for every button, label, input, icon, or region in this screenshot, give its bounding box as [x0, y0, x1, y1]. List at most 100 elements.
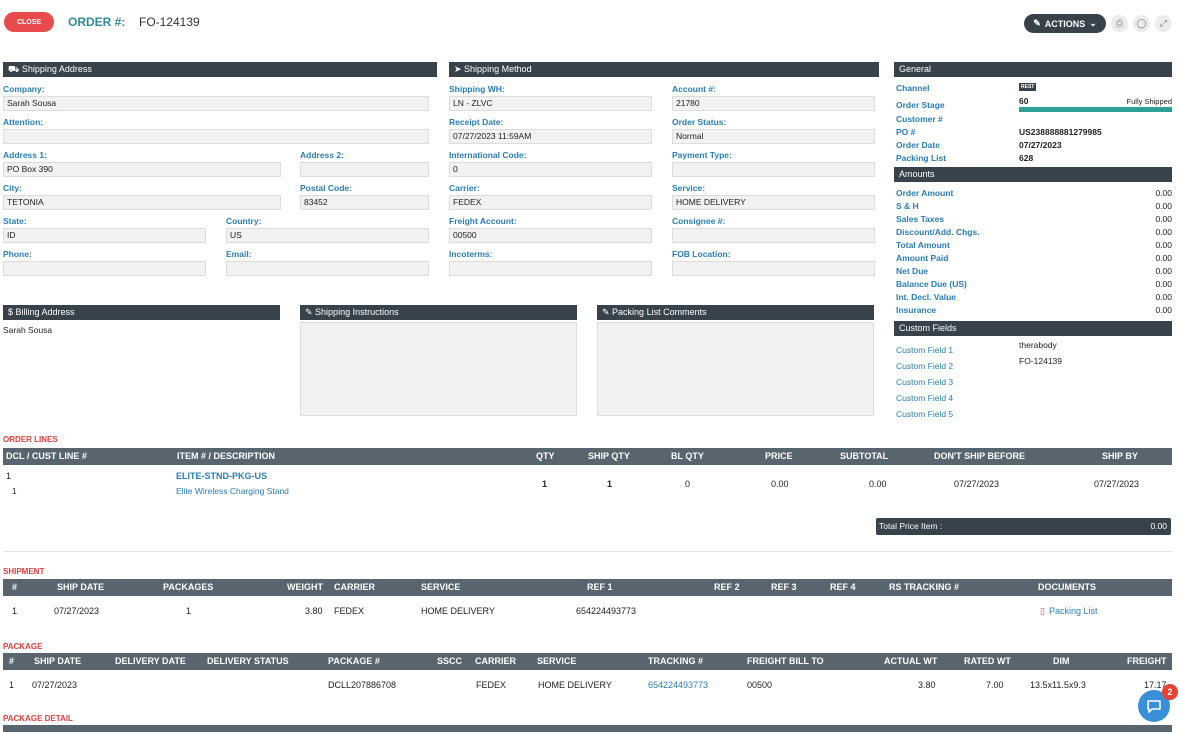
pdf-icon: ▯: [1040, 606, 1045, 616]
wh-field[interactable]: LN - ZLVC: [449, 96, 652, 111]
table-row: 1 07/27/2023 DCLL207886708 FEDEX HOME DE…: [3, 676, 1172, 694]
col-ship-qty: SHIP QTY: [588, 451, 630, 461]
carrier-field[interactable]: FEDEX: [449, 195, 652, 210]
consignee-label: Consignee #:: [672, 216, 726, 226]
order-date-label: Order Date: [896, 140, 940, 150]
col-qty: QTY: [536, 451, 555, 461]
address1-field[interactable]: PO Box 390: [3, 162, 281, 177]
pencil-icon: ✎: [602, 307, 613, 317]
total-price-bar: Total Price Item : 0.00: [876, 518, 1171, 535]
col-rated-wt: RATED WT: [964, 656, 1011, 666]
incoterms-field[interactable]: [449, 261, 652, 276]
amount-label: Balance Due (US): [896, 279, 967, 289]
amount-row: Sales Taxes 0.00: [896, 213, 1172, 226]
freight-account-label: Freight Account:: [449, 216, 517, 226]
shipment-ref1: 654224493773: [576, 606, 637, 616]
po-value: US238888881279985: [1019, 127, 1102, 137]
package-date: 07/27/2023: [32, 680, 78, 690]
package-detail-title: PACKAGE DETAIL: [3, 714, 73, 723]
custom-field-label: Custom Field 2: [896, 361, 954, 371]
payment-field[interactable]: [672, 162, 875, 177]
amount-value: 0.00: [1155, 188, 1172, 198]
packing-list-link[interactable]: Packing List: [1049, 606, 1098, 616]
col-ship-date: SHIP DATE: [34, 656, 82, 666]
rated-wt: 7.00: [986, 680, 1004, 690]
item-description[interactable]: Elite Wireless Charging Stand: [176, 486, 289, 496]
actual-wt: 3.80: [918, 680, 936, 690]
country-label: Country:: [226, 216, 262, 226]
order-date-value: 07/27/2023: [1019, 140, 1062, 150]
tracking-link[interactable]: 654224493773: [648, 680, 708, 690]
country-field[interactable]: US: [226, 228, 429, 243]
col-ref3: REF 3: [771, 582, 797, 592]
account-field[interactable]: 21780: [672, 96, 875, 111]
fob-label: FOB Location:: [672, 249, 731, 259]
general-header: General: [894, 62, 1172, 77]
actions-button[interactable]: ✎ ACTIONS ⌄: [1024, 14, 1106, 33]
freight-account-field[interactable]: 00500: [449, 228, 652, 243]
consignee-field[interactable]: [672, 228, 875, 243]
email-field[interactable]: [226, 261, 429, 276]
amount-row: Int. Decl. Value 0.00: [896, 291, 1172, 304]
state-field[interactable]: ID: [3, 228, 206, 243]
bl-qty: 0: [685, 479, 691, 489]
col-tracking: TRACKING #: [648, 656, 704, 666]
col-carrier: CARRIER: [334, 582, 376, 592]
table-row: 1 1 ELITE-STND-PKG-US Elite Wireless Cha…: [3, 469, 1172, 509]
shipment-service: HOME DELIVERY: [421, 606, 495, 616]
print-icon[interactable]: ⎙: [1111, 15, 1128, 32]
service-field[interactable]: HOME DELIVERY: [672, 195, 875, 210]
billing-address-header: $ Billing Address: [3, 305, 280, 320]
status-field[interactable]: Normal: [672, 129, 875, 144]
chevron-down-icon: ⌄: [1089, 18, 1097, 28]
phone-label: Phone:: [3, 249, 32, 259]
phone-field[interactable]: [3, 261, 206, 276]
custom-field-label: Custom Field 1: [896, 345, 954, 355]
package-number: DCLL207886708: [328, 680, 397, 690]
truck-icon: ⛟: [8, 64, 22, 74]
send-icon: ➤: [454, 64, 465, 74]
payment-label: Payment Type:: [672, 150, 732, 160]
qty: 1: [542, 479, 548, 489]
fob-field[interactable]: [672, 261, 875, 276]
packing-comments-textarea[interactable]: [597, 322, 874, 416]
col-delivery-status: DELIVERY STATUS: [207, 656, 289, 666]
close-button[interactable]: CLOSE: [4, 12, 54, 32]
col-ref2: REF 2: [714, 582, 740, 592]
postal-field[interactable]: 83452: [300, 195, 429, 210]
receipt-field[interactable]: 07/27/2023 11:59AM: [449, 129, 652, 144]
custom-field-label: Custom Field 4: [896, 393, 954, 403]
shipping-instructions-title: Shipping Instructions: [315, 307, 399, 317]
address2-field[interactable]: [300, 162, 429, 177]
order-stage-label: Order Stage: [896, 100, 945, 110]
state-label: State:: [3, 216, 27, 226]
edit-icon: ✎: [1033, 18, 1041, 28]
channel-label: Channel: [896, 83, 930, 93]
dont-ship-before: 07/27/2023: [954, 479, 1000, 489]
company-field[interactable]: Sarah Sousa: [3, 96, 429, 111]
item-link[interactable]: ELITE-STND-PKG-US: [176, 471, 267, 481]
city-field[interactable]: TETONIA: [3, 195, 281, 210]
amount-value: 0.00: [1155, 253, 1172, 263]
pencil-icon: ✎: [305, 307, 316, 317]
amount-value: 0.00: [1155, 214, 1172, 224]
email-label: Email:: [226, 249, 252, 259]
amount-value: 0.00: [1155, 266, 1172, 276]
shipping-instructions-textarea[interactable]: [300, 322, 577, 416]
amount-label: Discount/Add. Chgs.: [896, 227, 980, 237]
carrier-label: Carrier:: [449, 183, 480, 193]
order-number: FO-124139: [139, 15, 200, 29]
attention-field[interactable]: [3, 129, 429, 144]
package-num: 1: [9, 680, 15, 690]
chat-bubble-icon[interactable]: ◯: [1133, 15, 1150, 32]
expand-icon[interactable]: ⤢: [1155, 15, 1172, 32]
col-actual-wt: ACTUAL WT: [884, 656, 938, 666]
wh-label: Shipping WH:: [449, 84, 505, 94]
intl-field[interactable]: 0: [449, 162, 652, 177]
amount-value: 0.00: [1155, 201, 1172, 211]
custom-fields-list: Custom Field 1 therabody Custom Field 2 FO-…: [896, 340, 1172, 422]
order-lines-header: DCL / CUST LINE # ITEM # / DESCRIPTION Q…: [3, 448, 1172, 465]
shipping-address-title: Shipping Address: [21, 64, 92, 74]
price: 0.00: [771, 479, 789, 489]
receipt-label: Receipt Date:: [449, 117, 504, 127]
